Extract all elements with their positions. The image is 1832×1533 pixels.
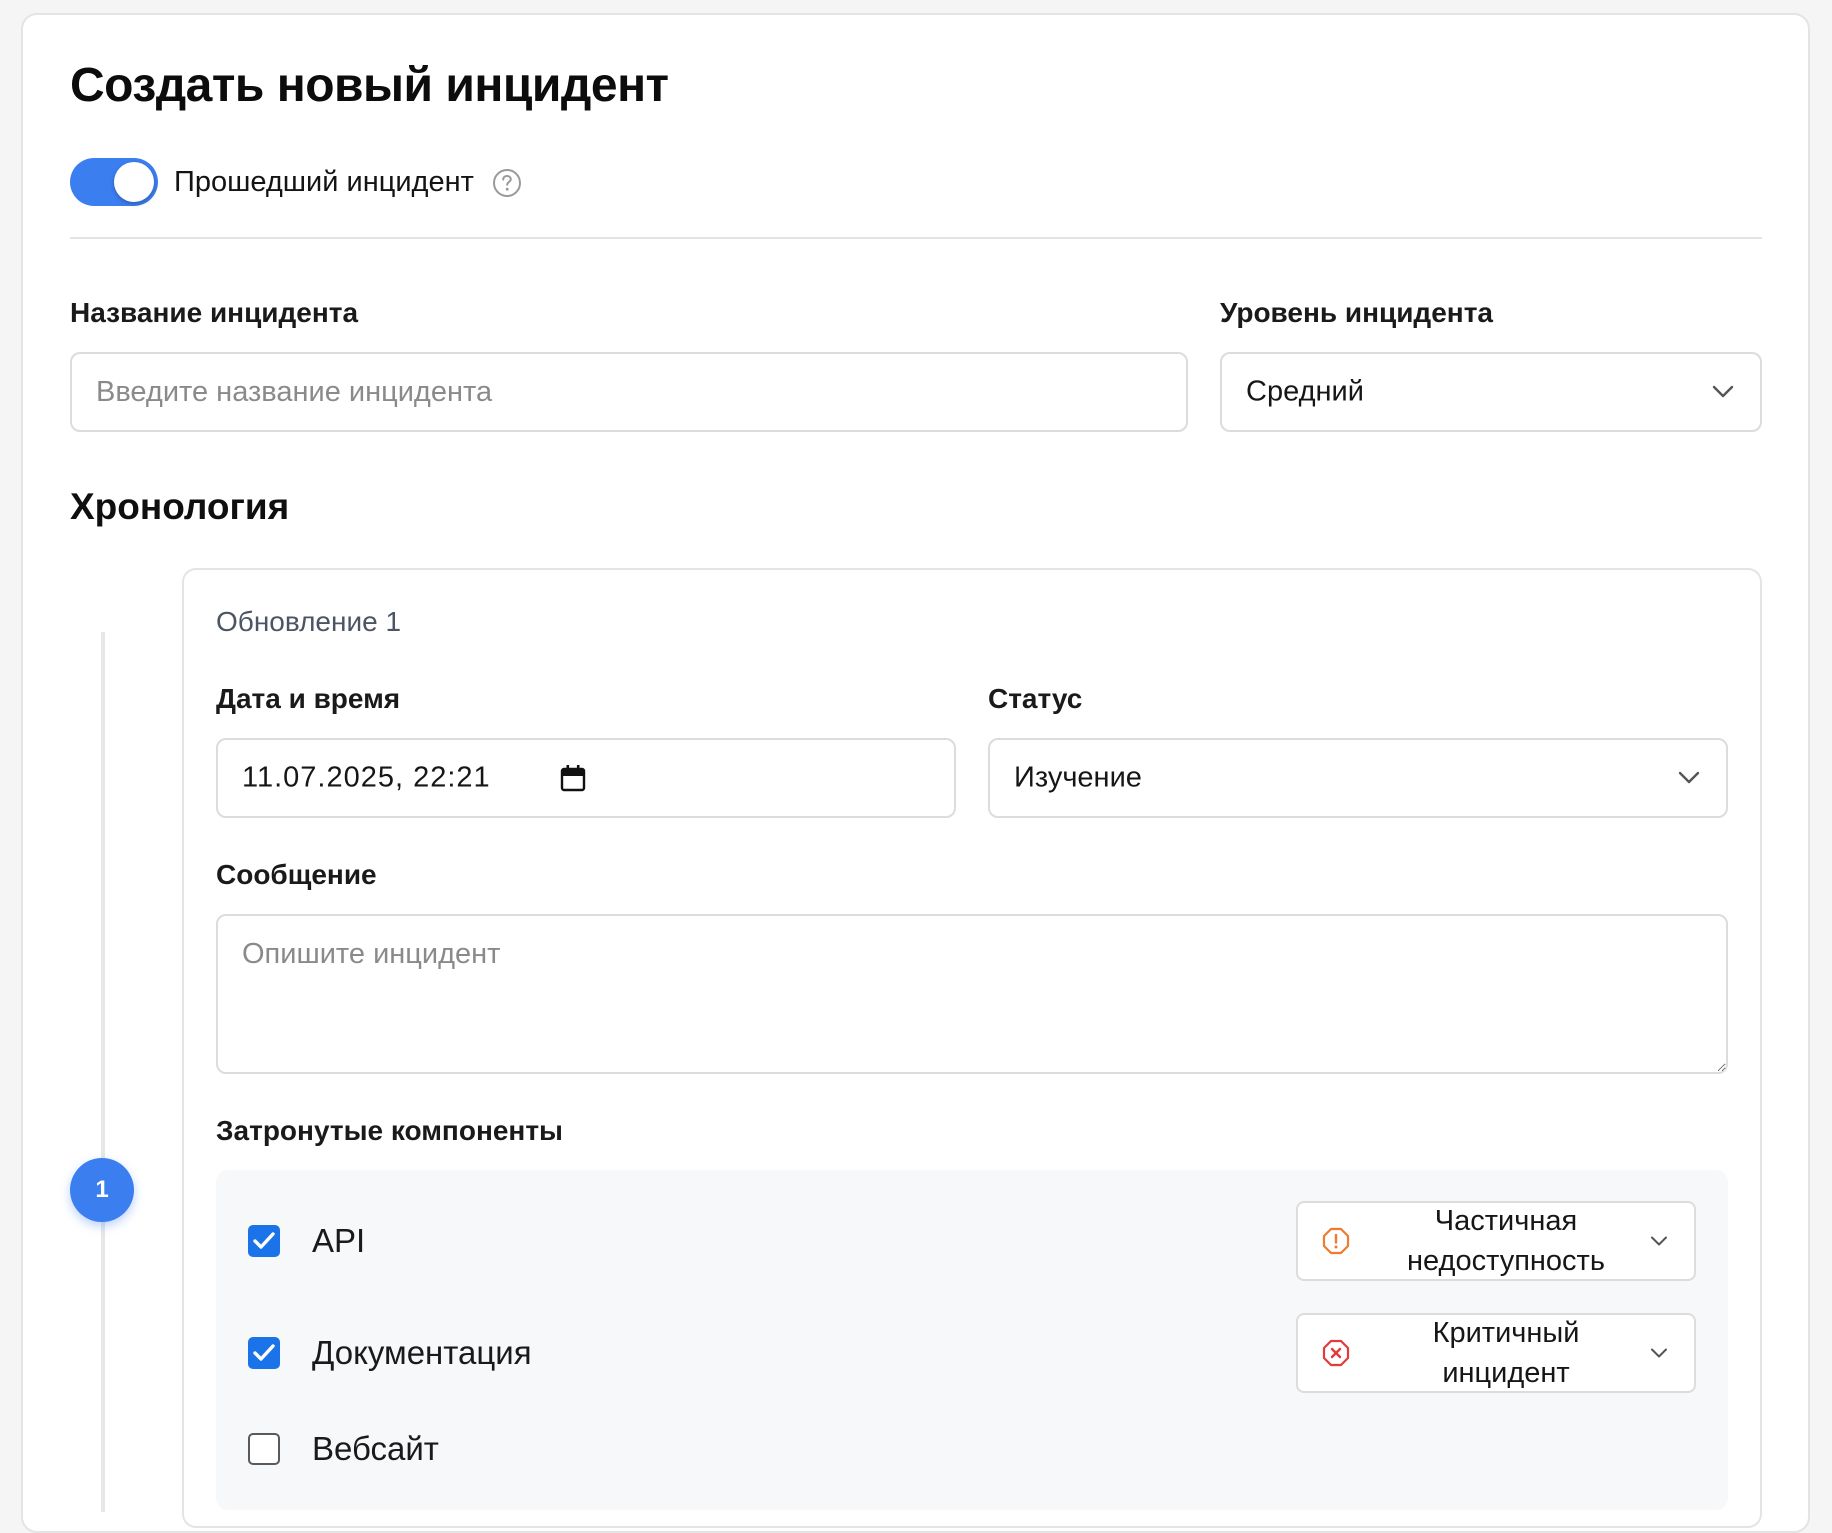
incident-name-input[interactable] bbox=[70, 352, 1188, 432]
component-checkbox-docs[interactable] bbox=[248, 1337, 280, 1369]
datetime-label: Дата и время bbox=[216, 683, 401, 714]
datetime-value: 11.07.2025, 22:21 bbox=[242, 761, 491, 794]
message-label: Сообщение bbox=[216, 859, 377, 890]
header-divider bbox=[70, 237, 1762, 239]
component-checkbox-website[interactable] bbox=[248, 1433, 280, 1465]
status-select[interactable]: Изучение bbox=[988, 738, 1728, 818]
incident-name-label: Название инцидента bbox=[70, 297, 359, 328]
impact-select-docs[interactable]: Критичный инцидент bbox=[1296, 1313, 1696, 1393]
impact-value-api: Частичная недоступность bbox=[1407, 1205, 1605, 1277]
timeline-marker: 1 bbox=[70, 1158, 134, 1222]
chevron-down-icon bbox=[1651, 1348, 1667, 1358]
status-value: Изучение bbox=[1014, 761, 1142, 794]
page-title: Создать новый инцидент bbox=[70, 59, 669, 112]
component-checkbox-api[interactable] bbox=[248, 1225, 280, 1257]
message-textarea[interactable] bbox=[216, 914, 1728, 1074]
impact-select-api[interactable]: Частичная недоступность bbox=[1296, 1201, 1696, 1281]
update-title: Обновление 1 bbox=[216, 606, 402, 637]
error-octagon-icon bbox=[1322, 1339, 1350, 1367]
timeline-title: Хронология bbox=[70, 486, 290, 527]
impact-value-docs: Критичный инцидент bbox=[1432, 1317, 1580, 1389]
chevron-down-icon bbox=[1678, 771, 1700, 784]
incident-level-value: Средний bbox=[1246, 375, 1364, 408]
status-label: Статус bbox=[988, 683, 1083, 714]
incident-level-select[interactable]: Средний bbox=[1220, 352, 1762, 432]
checkmark-icon bbox=[253, 1344, 275, 1361]
timeline-line bbox=[101, 632, 105, 1512]
warning-octagon-icon bbox=[1322, 1227, 1350, 1255]
toggle-knob bbox=[114, 162, 154, 202]
datetime-input[interactable]: 11.07.2025, 22:21 bbox=[216, 738, 956, 818]
help-circle-icon[interactable] bbox=[492, 168, 522, 198]
component-label-api: API bbox=[312, 1222, 366, 1259]
chevron-down-icon bbox=[1651, 1236, 1667, 1246]
component-label-website: Вебсайт bbox=[312, 1430, 439, 1467]
component-label-docs: Документация bbox=[312, 1334, 532, 1371]
calendar-icon[interactable] bbox=[560, 764, 586, 792]
past-incident-toggle[interactable] bbox=[70, 158, 158, 206]
chevron-down-icon bbox=[1712, 385, 1734, 398]
past-incident-label: Прошедший инцидент bbox=[174, 166, 474, 198]
components-label: Затронутые компоненты bbox=[216, 1115, 563, 1146]
checkmark-icon bbox=[253, 1232, 275, 1249]
incident-level-label: Уровень инцидента bbox=[1220, 297, 1493, 328]
